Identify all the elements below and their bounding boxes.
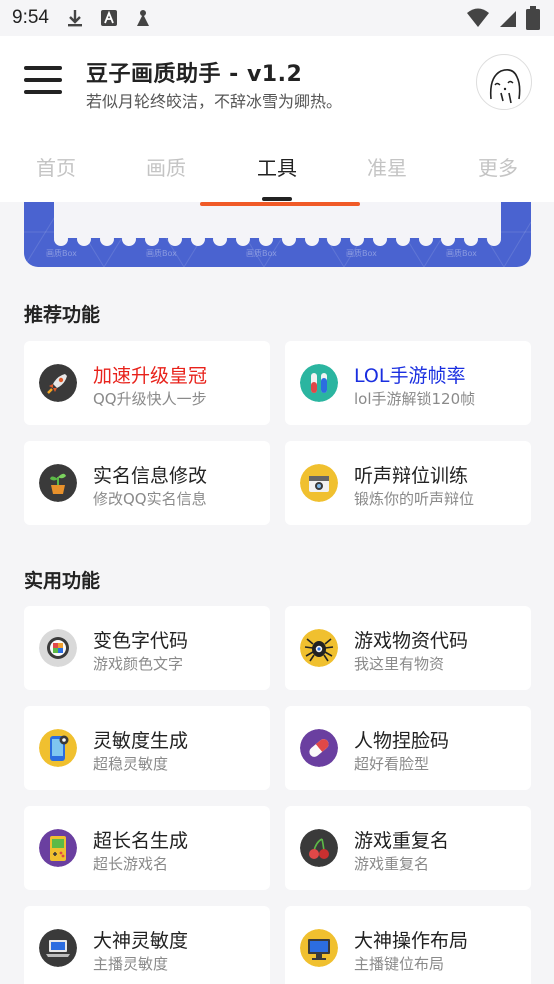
- card-title: 大神灵敏度: [93, 930, 189, 952]
- banner-watermark: 画质Box: [346, 249, 377, 258]
- monitor-icon: [300, 929, 338, 967]
- signal-icon: [500, 11, 516, 27]
- card-title: 人物捏脸码: [354, 730, 450, 752]
- card-subtitle: 锻炼你的听声辩位: [354, 490, 475, 508]
- tool-card-duplicate-name[interactable]: 游戏重复名 游戏重复名: [285, 806, 531, 890]
- tool-card-pro-layout[interactable]: 大神操作布局 主播键位布局: [285, 906, 531, 984]
- plant-pot-icon: [39, 464, 77, 502]
- card-subtitle: 超长游戏名: [93, 855, 169, 873]
- tab-home[interactable]: 首页: [16, 152, 96, 181]
- tool-card-long-name[interactable]: 超长名生成 超长游戏名: [24, 806, 270, 890]
- doodle-avatar-icon: [489, 69, 521, 104]
- tab-graphics[interactable]: 画质: [126, 152, 206, 181]
- card-subtitle: 主播键位布局: [354, 955, 445, 973]
- tab-bar: 首页 画质 工具 准星 更多: [0, 132, 554, 202]
- card-subtitle: 我这里有物资: [354, 655, 445, 673]
- card-title: 游戏重复名: [354, 830, 450, 852]
- tool-card-speed-crown[interactable]: 加速升级皇冠 QQ升级快人一步: [24, 341, 270, 425]
- status-bar: 9:54: [0, 0, 554, 36]
- banner-watermark: 画质Box: [46, 249, 77, 258]
- gameboy-icon: [39, 829, 77, 867]
- spider-icon: [300, 629, 338, 667]
- app-subtitle: 若似月轮终皎洁，不辞冰雪为卿热。: [86, 92, 343, 111]
- pill-icon: [300, 729, 338, 767]
- banner-accent-line: [200, 202, 360, 206]
- tab-more[interactable]: 更多: [458, 152, 538, 181]
- sushi-icon: [39, 629, 77, 667]
- battery-icon: [526, 6, 540, 30]
- card-subtitle: 主播灵敏度: [93, 955, 169, 973]
- banner-watermark: 画质Box: [446, 249, 477, 258]
- tool-card-pro-sensitivity[interactable]: 大神灵敏度 主播灵敏度: [24, 906, 270, 984]
- tool-card-face-code[interactable]: 人物捏脸码 超好看脸型: [285, 706, 531, 790]
- tool-card-sensitivity[interactable]: 灵敏度生成 超稳灵敏度: [24, 706, 270, 790]
- card-subtitle: 超好看脸型: [354, 755, 430, 773]
- tool-card-color-text[interactable]: 变色字代码 游戏颜色文字: [24, 606, 270, 690]
- card-title: 加速升级皇冠: [93, 365, 208, 387]
- banner-watermark: 画质Box: [146, 249, 177, 258]
- card-title: 变色字代码: [93, 630, 189, 652]
- app-notification-icon: [100, 10, 117, 26]
- tool-card-lol-fps[interactable]: LOL手游帧率 lol手游解锁120帧: [285, 341, 531, 425]
- avatar[interactable]: [476, 54, 532, 110]
- card-title: 游戏物资代码: [354, 630, 469, 652]
- tab-tools[interactable]: 工具: [237, 152, 317, 181]
- card-subtitle: 游戏颜色文字: [93, 655, 184, 673]
- test-tubes-icon: [300, 364, 338, 402]
- card-title: 超长名生成: [93, 830, 189, 852]
- wifi-icon: [467, 8, 489, 27]
- card-subtitle: 超稳灵敏度: [93, 755, 169, 773]
- rocket-icon: [39, 364, 77, 402]
- card-subtitle: 游戏重复名: [354, 855, 430, 873]
- download-icon: [67, 10, 82, 27]
- card-title: 听声辩位训练: [354, 465, 469, 487]
- menu-button[interactable]: [24, 66, 62, 98]
- android-debug-icon: [136, 10, 149, 26]
- card-title: 大神操作布局: [354, 930, 469, 952]
- status-time: 9:54: [12, 7, 49, 28]
- section-title-utility: 实用功能: [24, 570, 101, 592]
- card-title: LOL手游帧率: [354, 365, 466, 387]
- menu-bar: [24, 66, 62, 70]
- banner-watermark: 画质Box: [246, 249, 277, 258]
- phone-icon: [39, 729, 77, 767]
- menu-bar: [24, 78, 62, 82]
- tool-card-realname[interactable]: 实名信息修改 修改QQ实名信息: [24, 441, 270, 525]
- card-subtitle: QQ升级快人一步: [93, 390, 207, 408]
- app-header: 豆子画质助手 - v1.2 若似月轮终皎洁，不辞冰雪为卿热。: [0, 36, 554, 132]
- card-title: 灵敏度生成: [93, 730, 189, 752]
- section-title-recommended: 推荐功能: [24, 304, 101, 326]
- card-subtitle: 修改QQ实名信息: [93, 490, 207, 508]
- card-subtitle: lol手游解锁120帧: [354, 390, 476, 408]
- cherry-icon: [300, 829, 338, 867]
- tool-card-sound-training[interactable]: 听声辩位训练 锻炼你的听声辩位: [285, 441, 531, 525]
- promo-banner[interactable]: 画质Box 画质Box 画质Box 画质Box 画质Box: [24, 202, 531, 267]
- menu-bar: [24, 90, 62, 94]
- app-title: 豆子画质助手 - v1.2: [86, 62, 303, 87]
- tool-card-game-items[interactable]: 游戏物资代码 我这里有物资: [285, 606, 531, 690]
- camera-icon: [300, 464, 338, 502]
- card-title: 实名信息修改: [93, 465, 208, 487]
- banner-scallop: [54, 232, 501, 246]
- tab-active-indicator: [262, 197, 292, 201]
- tab-crosshair[interactable]: 准星: [347, 152, 427, 181]
- laptop-icon: [39, 929, 77, 967]
